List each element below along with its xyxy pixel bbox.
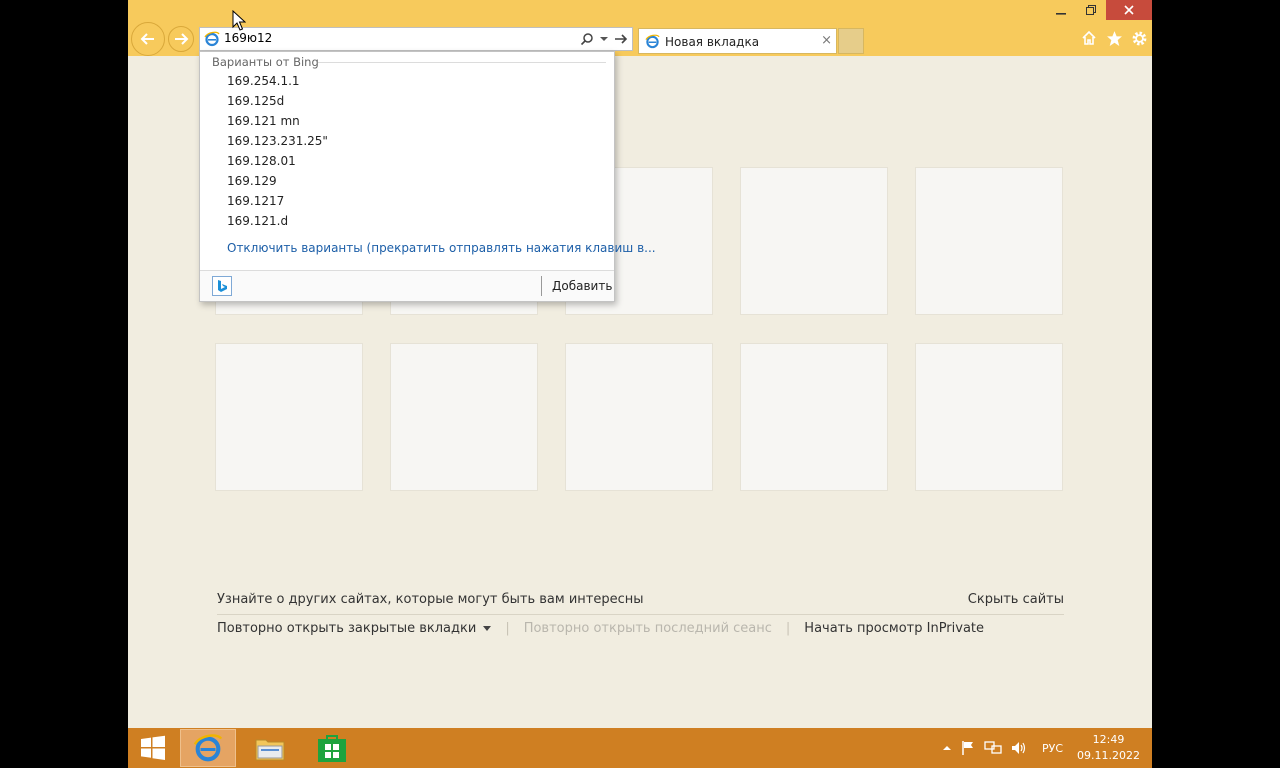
star-icon[interactable] (1105, 29, 1123, 47)
suggestion-item[interactable]: 169.125d (227, 94, 284, 108)
footer-links: Повторно открыть закрытые вкладки | Повт… (217, 621, 984, 636)
inprivate-link[interactable]: Начать просмотр InPrivate (804, 621, 984, 636)
forward-button[interactable] (168, 26, 194, 52)
divider (318, 62, 606, 63)
ie-icon (204, 31, 220, 47)
bing-icon[interactable] (212, 276, 232, 296)
window-controls (1046, 0, 1152, 20)
suggestions-header: Варианты от Bing (212, 55, 319, 69)
language-indicator[interactable]: РУС (1042, 742, 1063, 755)
address-bar[interactable] (199, 27, 633, 51)
back-arrow-icon (140, 33, 154, 45)
restore-button[interactable] (1076, 0, 1106, 20)
search-provider-bar: Добавить (200, 270, 614, 301)
minimize-icon (1056, 13, 1066, 15)
taskbar-explorer-button[interactable] (242, 729, 298, 767)
gear-icon[interactable] (1130, 29, 1148, 47)
address-tools (580, 30, 628, 48)
flag-icon[interactable] (960, 740, 976, 756)
go-arrow-icon[interactable] (614, 32, 628, 46)
site-tile[interactable] (215, 343, 363, 491)
clock[interactable]: 12:49 09.11.2022 (1077, 732, 1140, 764)
taskbar-ie-button[interactable] (180, 729, 236, 767)
site-tile[interactable] (390, 343, 538, 491)
hide-sites-link[interactable]: Скрыть сайты (968, 592, 1064, 607)
volume-icon[interactable] (1010, 740, 1028, 756)
discover-sites-text: Узнайте о других сайтах, которые могут б… (217, 592, 644, 607)
store-icon (318, 735, 346, 762)
mouse-cursor-icon (232, 10, 246, 31)
add-provider-button[interactable]: Добавить (552, 279, 612, 293)
turn-off-suggestions-link[interactable]: Отключить варианты (прекратить отправлят… (227, 241, 656, 255)
toolbar: Новая вкладка × (128, 0, 1152, 56)
start-button[interactable] (128, 729, 178, 767)
site-tile[interactable] (565, 343, 713, 491)
suggestion-item[interactable]: 169.129 (227, 174, 277, 188)
back-button[interactable] (131, 22, 165, 56)
clock-date: 09.11.2022 (1077, 749, 1140, 762)
restore-icon (1086, 5, 1096, 15)
toolbar-icons (1080, 29, 1148, 47)
ie-icon (645, 34, 660, 49)
clock-time: 12:49 (1092, 733, 1125, 746)
suggestion-item[interactable]: 169.121 mn (227, 114, 300, 128)
minimize-button[interactable] (1046, 0, 1076, 20)
forward-arrow-icon (175, 33, 189, 45)
system-tray: РУС 12:49 09.11.2022 (938, 728, 1152, 768)
close-icon (1124, 5, 1134, 15)
tab-new-tab[interactable]: Новая вкладка × (638, 28, 837, 54)
tab-close-icon[interactable]: × (821, 33, 832, 48)
site-tile[interactable] (740, 343, 888, 491)
site-tile[interactable] (740, 167, 888, 315)
separator (541, 276, 542, 296)
folder-icon (255, 739, 285, 761)
reopen-closed-tabs-link[interactable]: Повторно открыть закрытые вкладки (217, 621, 492, 636)
search-icon[interactable] (580, 32, 594, 46)
reopen-last-session-link: Повторно открыть последний сеанс (523, 621, 772, 636)
site-tile[interactable] (915, 167, 1063, 315)
windows-logo-icon (141, 735, 165, 760)
separator: | (785, 621, 791, 636)
suggestion-item[interactable]: 169.1217 (227, 194, 284, 208)
site-tile[interactable] (915, 343, 1063, 491)
suggestions-dropdown: Варианты от Bing 169.254.1.1 169.125d 16… (199, 51, 656, 302)
network-icon[interactable] (984, 740, 1002, 756)
home-icon[interactable] (1080, 29, 1098, 47)
suggestion-item[interactable]: 169.123.231.25" (227, 134, 328, 148)
suggestion-item[interactable]: 169.128.01 (227, 154, 296, 168)
chevron-down-icon (483, 626, 492, 631)
address-input[interactable] (224, 31, 564, 45)
ie-icon (193, 734, 223, 762)
suggestion-item[interactable]: 169.254.1.1 (227, 74, 300, 88)
divider (217, 614, 1064, 615)
tab-title: Новая вкладка (665, 35, 760, 49)
close-button[interactable] (1106, 0, 1152, 20)
dropdown-arrow-icon[interactable] (600, 35, 608, 43)
separator: | (505, 621, 510, 636)
browser-window: Новая вкладка × Узнайте о других са (128, 0, 1152, 768)
new-tab-button[interactable] (838, 28, 864, 54)
taskbar-store-button[interactable] (304, 729, 360, 767)
taskbar: РУС 12:49 09.11.2022 (128, 728, 1152, 768)
suggestion-item[interactable]: 169.121.d (227, 214, 288, 228)
show-hidden-icons-icon[interactable] (942, 744, 952, 752)
